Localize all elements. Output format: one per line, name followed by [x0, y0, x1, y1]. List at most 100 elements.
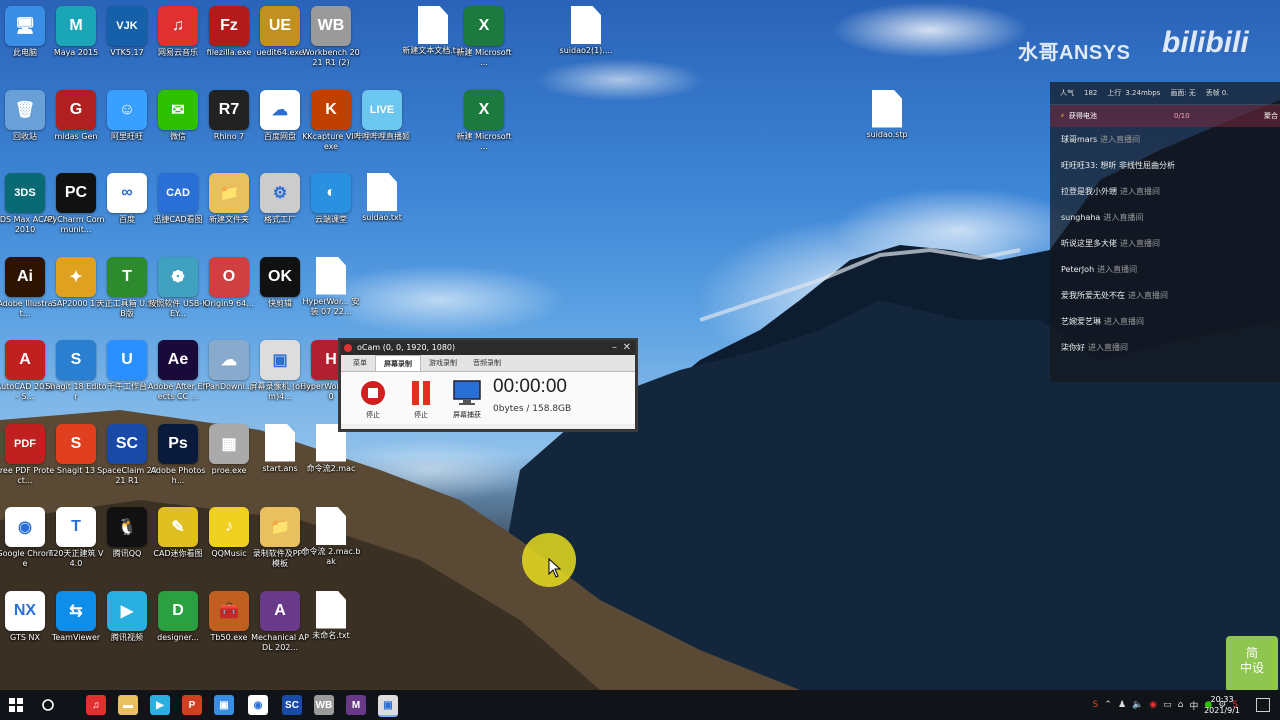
- ocam-body: 停止 停止 屏幕捕获 00:00:00 0bytes / 158.8GB: [341, 372, 635, 424]
- record-icon[interactable]: ◉: [1149, 700, 1157, 710]
- monitor-icon: [453, 380, 481, 405]
- taskbar-chrome-button[interactable]: ◉: [248, 695, 268, 715]
- desktop-icon[interactable]: 未命名.txt: [300, 587, 362, 669]
- app-icon: ✦: [56, 256, 96, 297]
- desktop-icon[interactable]: X 新建 Microsoft ...: [453, 86, 515, 168]
- tray-app-icon[interactable]: S: [1093, 700, 1099, 710]
- taskbar: ♫ ▬ ▶ P ▣ ◉ SC WB M ▣ S ⌃ ♟ 🔈 ◉ ▭ ⌂ 中 ● ⚙ S 20:33…: [0, 690, 1280, 720]
- desktop-icon[interactable]: suidao2(1)....: [555, 2, 617, 84]
- tab-game-record[interactable]: 游戏录制: [421, 355, 465, 371]
- desktop-icon[interactable]: X 新建 Microsoft ...: [453, 2, 515, 84]
- taskbar-netease-button[interactable]: ♫: [86, 695, 106, 715]
- chat-message-user: 柒你好: [1061, 343, 1085, 352]
- frame-value: 0.: [1221, 89, 1229, 97]
- pause-button[interactable]: 停止: [405, 378, 437, 420]
- chat-message: PeterJoh 进入直播间: [1050, 257, 1280, 283]
- input-method-badge[interactable]: 简 中设: [1226, 636, 1278, 690]
- app-icon: A: [5, 340, 45, 380]
- ocam-titlebar[interactable]: oCam (0, 0, 1920, 1080) – ✕: [341, 341, 635, 355]
- app-icon: SC: [107, 423, 147, 464]
- popularity-value: 182: [1084, 89, 1098, 97]
- stop-record-icon: [359, 379, 387, 407]
- taskbar-powerpoint-button[interactable]: P: [182, 695, 202, 715]
- search-circle-icon: [42, 699, 54, 711]
- desktop-icon[interactable]: suidao.stp: [856, 86, 918, 168]
- person-icon[interactable]: ♟: [1118, 700, 1126, 710]
- record-stop-label: 停止: [366, 411, 380, 419]
- minimize-button[interactable]: –: [612, 341, 617, 355]
- desktop-icon-label: 新建 Microsoft ...: [456, 131, 512, 151]
- desktop-icon-label: 命令流 2.mac.bak: [301, 547, 361, 566]
- desktop-icon-label: suidao.stp: [866, 129, 908, 139]
- tab-screen-record[interactable]: 屏幕录制: [375, 355, 421, 371]
- chat-message-user: sunghaha: [1061, 213, 1101, 222]
- desktop-icon[interactable]: LIVE 哔哩哔哩直播姬: [351, 86, 413, 168]
- bilibili-logo: bilibili: [1162, 26, 1249, 59]
- taskbar-ocam-button[interactable]: ▣: [378, 695, 398, 717]
- desktop-icon[interactable]: 命令流 2.mac.bak: [300, 503, 362, 585]
- search-button[interactable]: [38, 695, 58, 715]
- app-icon: T: [56, 507, 96, 547]
- notifications-icon[interactable]: [1256, 698, 1270, 712]
- chat-message-text: 进入直播间: [1100, 135, 1141, 144]
- show-hidden-icon[interactable]: ⌃: [1104, 700, 1112, 710]
- ocam-app-icon: [344, 344, 352, 352]
- lightning-icon: ⚡: [1060, 112, 1065, 120]
- record-stop-button[interactable]: 停止: [357, 378, 389, 420]
- battery-task-bar[interactable]: ⚡ 获得电池 0/10 聚合: [1050, 105, 1280, 127]
- desktop-icon[interactable]: HyperWor... 安装 07 22...: [300, 253, 362, 335]
- app-icon: 3DS: [5, 173, 45, 213]
- taskbar-mechanical-button[interactable]: M: [346, 695, 366, 715]
- app-icon: 🧰: [209, 590, 249, 631]
- file-icon: [418, 6, 448, 44]
- desktop-icon-label: 哔哩哔哩直播姬: [354, 131, 410, 141]
- taskbar-explorer-button[interactable]: ▬: [118, 695, 138, 715]
- file-icon: [367, 173, 397, 211]
- app-icon: A: [260, 590, 300, 631]
- desktop-icon-label: 未命名.txt: [312, 630, 350, 640]
- chat-message-user: 拉登是我小外甥: [1061, 187, 1117, 196]
- app-icon: Ai: [5, 256, 45, 297]
- desktop-icon[interactable]: 命令流2.mac: [300, 420, 362, 502]
- close-button[interactable]: ✕: [623, 341, 631, 355]
- taskbar-tencent-video-button[interactable]: ▶: [150, 695, 170, 715]
- ime-label[interactable]: 中: [1189, 699, 1198, 712]
- task-right-label: 聚合: [1264, 112, 1278, 120]
- app-icon: ❁: [158, 256, 198, 297]
- network-icon[interactable]: ⌂: [1178, 700, 1184, 710]
- app-icon: ♫: [158, 6, 198, 46]
- chat-message-text: 进入直播间: [1120, 187, 1160, 196]
- app-icon: ◉: [5, 507, 45, 547]
- pause-icon: [412, 381, 430, 405]
- desktop-icon-label: suidao.txt: [362, 213, 402, 222]
- start-button[interactable]: [6, 695, 26, 715]
- file-icon: [265, 423, 295, 462]
- screen-capture-button[interactable]: 屏幕捕获: [449, 378, 485, 420]
- volume-icon[interactable]: 🔈: [1132, 700, 1143, 710]
- chat-message-list[interactable]: 球哥mars 进入直播间 旺旺旺33: 想听 非线性屈曲分析 拉登是我小外甥 进入直播间…: [1050, 127, 1280, 361]
- app-icon: ✉: [158, 89, 198, 130]
- app-icon: OK: [260, 256, 300, 297]
- tab-audio-record[interactable]: 音频录制: [465, 355, 509, 371]
- watermark-text: 水哥ANSYS: [1018, 42, 1131, 64]
- desktop-icon[interactable]: WB Workbench 2021 R1 (2): [300, 2, 362, 84]
- battery-icon[interactable]: ▭: [1163, 700, 1172, 710]
- app-icon: 🗑: [5, 89, 45, 130]
- tab-menu[interactable]: 菜单: [345, 355, 375, 371]
- taskbar-screen-capture-button[interactable]: ▣: [214, 695, 234, 715]
- app-icon: ✎: [158, 507, 198, 547]
- chat-message-text: 进入直播间: [1088, 343, 1128, 352]
- app-icon: X: [464, 6, 504, 46]
- chat-message: sunghaha 进入直播间: [1050, 205, 1280, 231]
- app-icon: 📁: [260, 507, 300, 547]
- chat-message: 旺旺旺33: 想听 非线性屈曲分析: [1050, 153, 1280, 179]
- taskbar-spaceclaim-button[interactable]: SC: [282, 695, 302, 715]
- file-size-readout: 0bytes / 158.8GB: [493, 404, 572, 414]
- system-clock[interactable]: 20:33 2021/9/1: [1204, 694, 1240, 716]
- ocam-window[interactable]: oCam (0, 0, 1920, 1080) – ✕ 菜单 屏幕录制 游戏录制…: [340, 340, 636, 430]
- app-icon: VJK: [107, 6, 147, 46]
- desktop-icon[interactable]: suidao.txt: [351, 169, 413, 251]
- chat-message: 艺婉爱艺琳 进入直播间: [1050, 309, 1280, 335]
- ocam-title: oCam (0, 0, 1920, 1080): [357, 343, 456, 352]
- taskbar-workbench-button[interactable]: WB: [314, 695, 334, 715]
